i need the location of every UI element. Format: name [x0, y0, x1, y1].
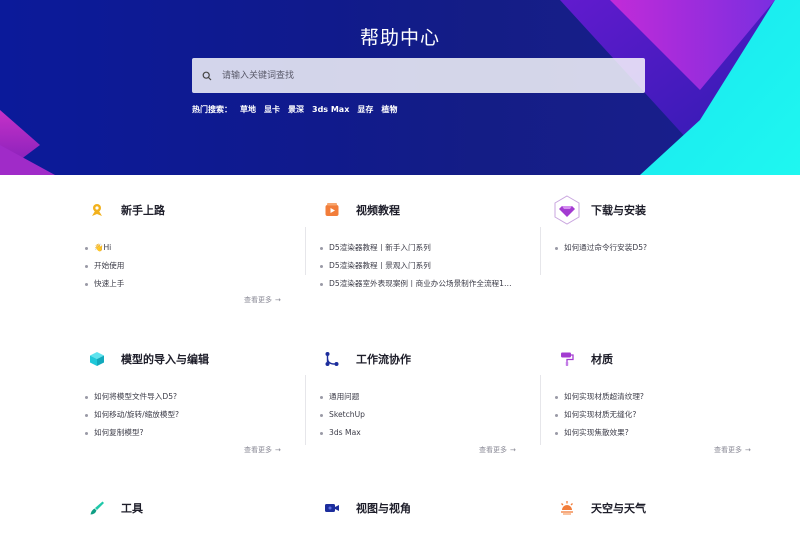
category-header[interactable]: 材质	[552, 344, 787, 374]
arrow-right-icon: →	[510, 446, 516, 454]
bullet-icon	[85, 413, 88, 417]
hot-search-term[interactable]: 3ds Max	[312, 105, 349, 114]
bullet-icon	[320, 413, 323, 417]
category-workflow: 工作流协作 通用问题 SketchUp 3ds Max	[317, 344, 552, 442]
article-link[interactable]: 通用问题	[320, 388, 552, 406]
brush-icon	[82, 493, 112, 523]
article-list: 如何通过命令行安装D5?	[552, 239, 787, 257]
category-download-install: 下载与安装 如何通过命令行安装D5?	[552, 195, 787, 257]
article-list: 👋Hi 开始使用 快速上手	[82, 239, 317, 293]
article-link[interactable]: D5渲染器室外表现案例丨商业办公场景制作全流程1…	[320, 275, 552, 293]
category-header[interactable]: 视频教程	[317, 195, 552, 225]
workflow-icon	[317, 344, 347, 374]
category-sky-weather: 天空与天气	[552, 493, 787, 523]
category-view-camera: 视图与视角	[317, 493, 552, 523]
rocket-icon	[82, 195, 112, 225]
category-title: 新手上路	[121, 204, 165, 217]
category-title: 视频教程	[356, 204, 400, 217]
video-icon	[317, 195, 347, 225]
hero-banner: 帮助中心 热门搜索： 草地 显卡 景深 3ds Max 显存 植物	[0, 0, 800, 175]
view-more-link[interactable]: 查看更多 →	[244, 445, 281, 455]
article-link[interactable]: 快速上手	[85, 275, 317, 293]
diamond-icon	[552, 195, 582, 225]
article-link[interactable]: D5渲染器教程丨景观入门系列	[320, 257, 552, 275]
category-grid: 新手上路 👋Hi 开始使用 快速上手 查看更多 → 视频教程 D5渲染器教程丨新…	[0, 175, 800, 533]
article-list: D5渲染器教程丨新手入门系列 D5渲染器教程丨景观入门系列 D5渲染器室外表现案…	[317, 239, 552, 293]
category-header[interactable]: 工具	[82, 493, 317, 523]
bullet-icon	[320, 431, 323, 435]
bullet-icon	[555, 431, 558, 435]
article-link[interactable]: 如何复制模型?	[85, 424, 317, 442]
category-title: 天空与天气	[591, 502, 646, 515]
sun-icon	[552, 493, 582, 523]
article-link[interactable]: 如何实现材质无缝化?	[555, 406, 787, 424]
bullet-icon	[85, 246, 88, 250]
article-link[interactable]: 3ds Max	[320, 424, 552, 442]
category-header[interactable]: 工作流协作	[317, 344, 552, 374]
article-link[interactable]: D5渲染器教程丨新手入门系列	[320, 239, 552, 257]
category-materials: 材质 如何实现材质超清纹理? 如何实现材质无缝化? 如何实现焦散效果?	[552, 344, 787, 442]
category-tools: 工具	[82, 493, 317, 523]
camera-icon	[317, 493, 347, 523]
article-link[interactable]: 如何通过命令行安装D5?	[555, 239, 787, 257]
hot-search-term[interactable]: 显卡	[264, 104, 280, 115]
bullet-icon	[85, 282, 88, 286]
bullet-icon	[555, 395, 558, 399]
bullet-icon	[555, 246, 558, 250]
search-box[interactable]	[192, 58, 645, 93]
article-list: 如何实现材质超清纹理? 如何实现材质无缝化? 如何实现焦散效果?	[552, 388, 787, 442]
view-more-link[interactable]: 查看更多 →	[479, 445, 516, 455]
category-model-import-edit: 模型的导入与编辑 如何将模型文件导入D5? 如何移动/旋转/缩放模型? 如何复制…	[82, 344, 317, 442]
article-list: 通用问题 SketchUp 3ds Max	[317, 388, 552, 442]
category-header[interactable]: 模型的导入与编辑	[82, 344, 317, 374]
cube-icon	[82, 344, 112, 374]
hot-search-term[interactable]: 植物	[381, 104, 397, 115]
bullet-icon	[85, 431, 88, 435]
hot-search-label: 热门搜索：	[192, 105, 232, 114]
category-title: 模型的导入与编辑	[121, 353, 209, 366]
hot-search-term[interactable]: 景深	[288, 104, 304, 115]
article-link[interactable]: 如何实现材质超清纹理?	[555, 388, 787, 406]
view-more-link[interactable]: 查看更多 →	[244, 295, 281, 305]
hot-searches: 热门搜索： 草地 显卡 景深 3ds Max 显存 植物	[192, 104, 397, 115]
category-video-tutorials: 视频教程 D5渲染器教程丨新手入门系列 D5渲染器教程丨景观入门系列 D5渲染器…	[317, 195, 552, 293]
category-title: 材质	[591, 353, 613, 366]
bullet-icon	[85, 395, 88, 399]
page-title: 帮助中心	[359, 27, 440, 49]
article-list: 如何将模型文件导入D5? 如何移动/旋转/缩放模型? 如何复制模型?	[82, 388, 317, 442]
bullet-icon	[320, 246, 323, 250]
search-input[interactable]	[222, 58, 645, 93]
category-header[interactable]: 下载与安装	[552, 195, 787, 225]
paint-roller-icon	[552, 344, 582, 374]
category-header[interactable]: 新手上路	[82, 195, 317, 225]
view-more-link[interactable]: 查看更多 →	[714, 445, 751, 455]
article-link[interactable]: 👋Hi	[85, 239, 317, 257]
category-getting-started: 新手上路 👋Hi 开始使用 快速上手	[82, 195, 317, 293]
bullet-icon	[85, 264, 88, 268]
bullet-icon	[555, 413, 558, 417]
bullet-icon	[320, 282, 323, 286]
category-title: 下载与安装	[591, 204, 646, 217]
article-link[interactable]: 如何移动/旋转/缩放模型?	[85, 406, 317, 424]
article-link[interactable]: SketchUp	[320, 406, 552, 424]
arrow-right-icon: →	[745, 446, 751, 454]
article-link[interactable]: 如何将模型文件导入D5?	[85, 388, 317, 406]
arrow-right-icon: →	[275, 296, 281, 304]
category-title: 视图与视角	[356, 502, 411, 515]
article-link[interactable]: 如何实现焦散效果?	[555, 424, 787, 442]
category-title: 工具	[121, 502, 143, 515]
bullet-icon	[320, 395, 323, 399]
category-title: 工作流协作	[356, 353, 411, 366]
category-header[interactable]: 天空与天气	[552, 493, 787, 523]
category-header[interactable]: 视图与视角	[317, 493, 552, 523]
article-link[interactable]: 开始使用	[85, 257, 317, 275]
hot-search-term[interactable]: 显存	[357, 104, 373, 115]
arrow-right-icon: →	[275, 446, 281, 454]
bullet-icon	[320, 264, 323, 268]
search-icon	[192, 58, 222, 93]
hot-search-term[interactable]: 草地	[240, 104, 256, 115]
